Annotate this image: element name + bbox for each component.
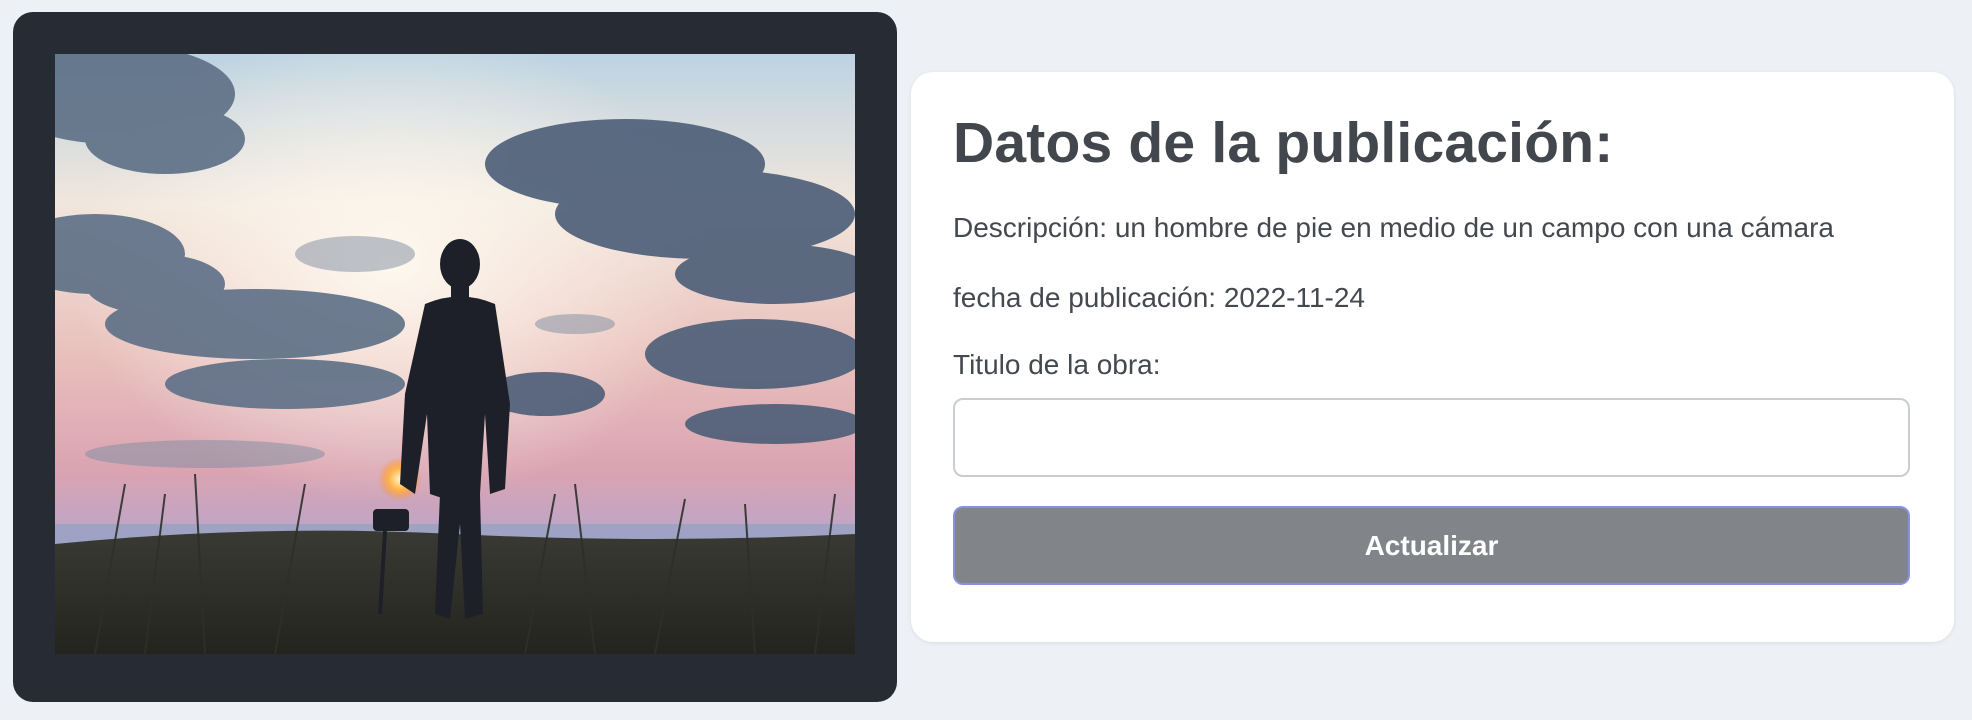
page-title: Datos de la publicación: [953,111,1614,175]
work-title-input[interactable] [953,398,1910,477]
photo-frame [13,12,897,702]
publication-card: Datos de la publicación: Descripción: un… [911,72,1954,642]
work-title-label: Titulo de la obra: [953,349,1161,380]
update-button[interactable]: Actualizar [953,506,1910,585]
publication-photo [55,54,855,654]
publication-date-text: fecha de publicación: 2022-11-24 [953,282,1366,313]
description-text: Descripción: un hombre de pie en medio d… [953,212,1834,243]
